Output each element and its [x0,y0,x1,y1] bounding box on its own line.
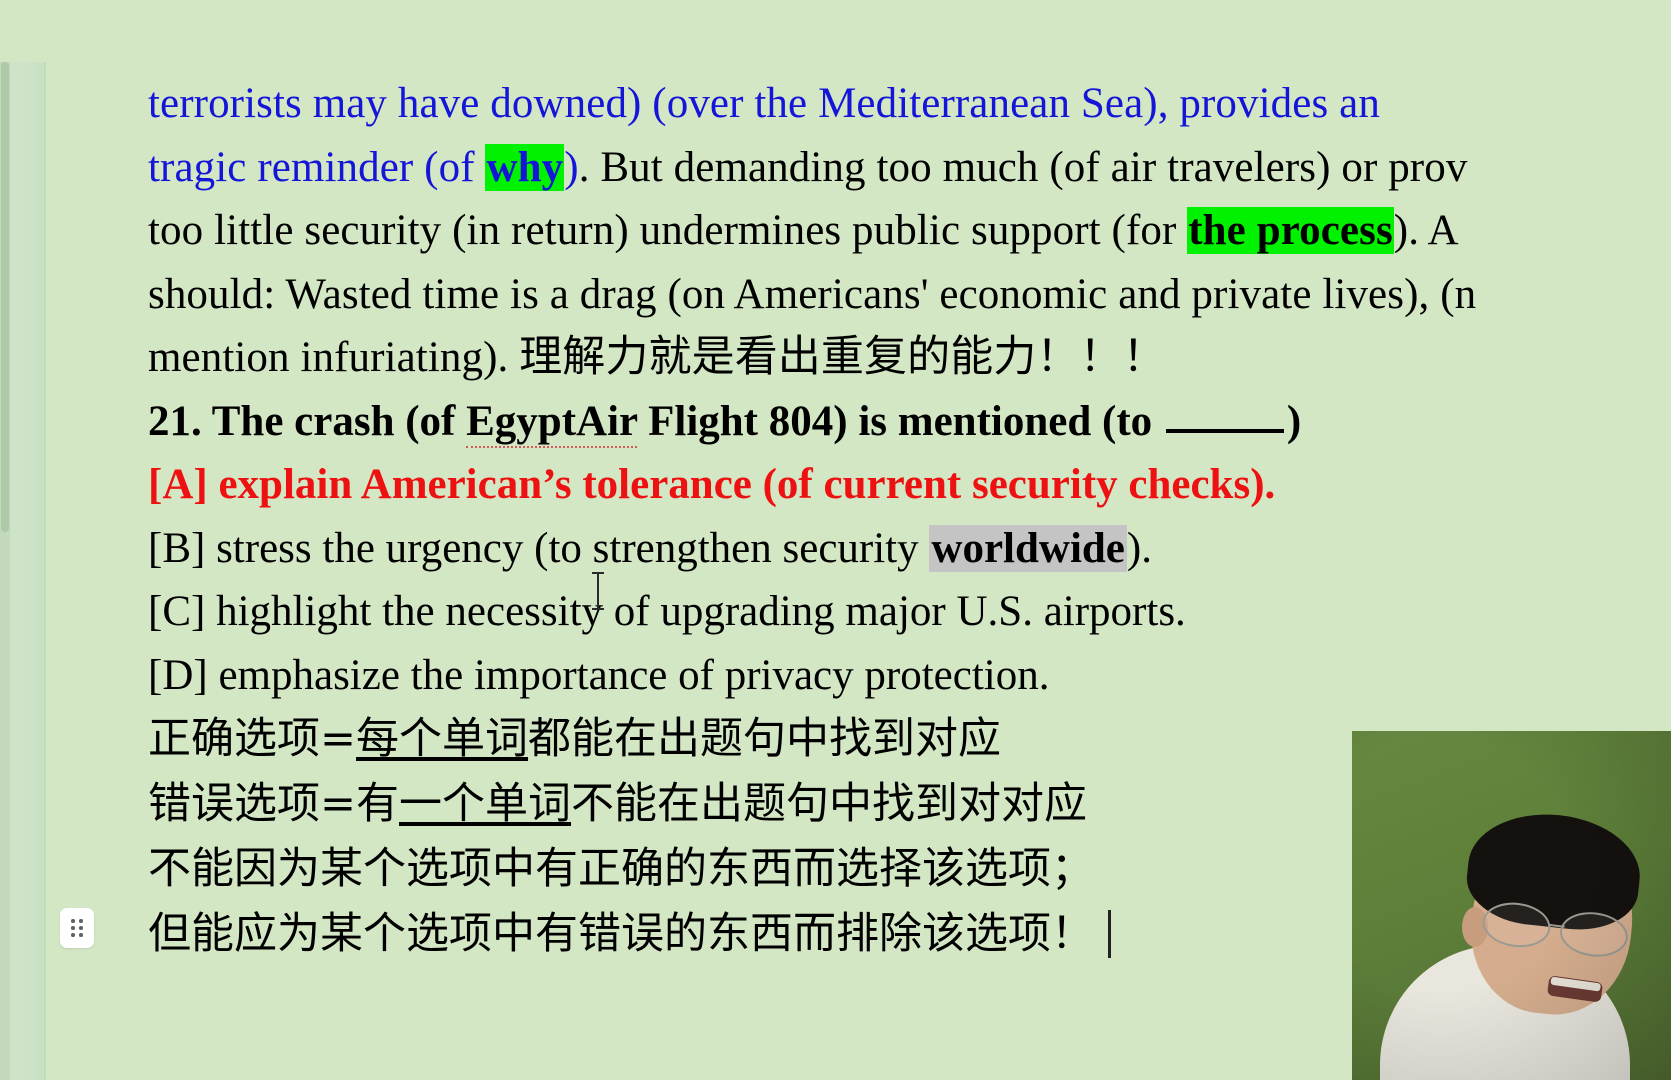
option-a-label: [A] [148,461,208,508]
option-b[interactable]: [B] stress the urgency (to strengthen se… [148,517,1671,581]
option-d[interactable]: [D] emphasize the importance of privacy … [148,644,1671,708]
webcam-overlay[interactable] [1352,731,1671,1080]
option-b-text-2: ). [1126,524,1152,572]
line-3-prefix: too little security (in return) undermin… [148,207,1188,254]
note-1-underlined: 每个单词 [356,714,529,764]
option-d-label: [D] [148,651,208,699]
line-2-black-text: . But demanding too much (of air travele… [578,143,1468,191]
paragraph-line-2: tragic reminder (of why). But demanding … [148,136,1671,200]
option-c[interactable]: [C] highlight the necessity of upgrading… [148,580,1671,644]
line-2-blue-prefix: tragic reminder (of [148,143,486,191]
vertical-scrollbar[interactable] [0,62,10,1080]
line-5-text: mention infuriating). 理解力就是看出重复的能力！！！ [148,334,1166,381]
question-text-after: Flight 804) is mentioned (to [637,397,1163,445]
question-21: 21. The crash (of EgyptAir Flight 804) i… [148,390,1671,454]
line-3-suffix: ). A [1393,207,1459,254]
six-dot-grid-icon [71,919,83,937]
note-2-underlined: 一个单词 [399,779,572,829]
highlight-why: why [485,143,565,191]
document-page: terrorists may have downed) (over the Me… [0,0,1671,1080]
note-4-text: 但能应为某个选项中有错误的东西而排除该选项！ [148,909,1094,959]
paragraph-line-5: mention infuriating). 理解力就是看出重复的能力！！！ [148,326,1671,390]
paragraph-line-4: should: Wasted time is a drag (on Americ… [148,263,1671,327]
text-caret [1108,910,1111,958]
option-a[interactable]: [A] explain American’s tolerance (of cur… [148,453,1671,517]
note-1-part-3: 都能在出题句中找到对应 [528,714,1002,764]
drag-handle-dots-icon[interactable] [60,908,94,948]
note-2-part-3: 不能在出题句中找到对对应 [571,779,1088,829]
highlight-the-process: the process [1187,207,1394,254]
option-c-label: [C] [148,588,206,635]
paragraph-line-1: terrorists may have downed) (over the Me… [148,72,1671,136]
option-c-text: highlight the necessity of upgrading maj… [205,588,1186,635]
question-close-paren: ) [1286,397,1302,445]
answer-blank[interactable] [1165,428,1284,433]
paragraph-line-3: too little security (in return) undermin… [148,199,1671,263]
note-2-part-1: 错误选项=有 [148,779,400,829]
option-b-label: [B] [148,524,206,572]
option-a-text: explain American’s tolerance (of current… [207,461,1276,508]
scrollbar-thumb[interactable] [1,62,9,532]
note-3-text: 不能因为某个选项中有正确的东西而选择该选项； [148,844,1094,894]
line-1-blue-text: terrorists may have downed) (over the Me… [148,80,1380,127]
spellchecked-word-egyptair: EgyptAir [466,397,638,448]
line-2-blue-paren: ) [564,143,579,191]
line-4-text: should: Wasted time is a drag (on Americ… [148,270,1477,318]
gutter-divider [44,62,46,1080]
highlight-worldwide: worldwide [929,524,1127,572]
question-text-before: The crash (of [211,397,467,445]
webcam-vignette [1352,731,1671,1080]
note-1-part-1: 正确选项= [148,714,357,764]
option-b-text-1: stress the urgency (to strengthen securi… [205,524,930,572]
question-number: 21. [148,397,202,445]
option-d-text: emphasize the importance of privacy prot… [207,651,1050,699]
